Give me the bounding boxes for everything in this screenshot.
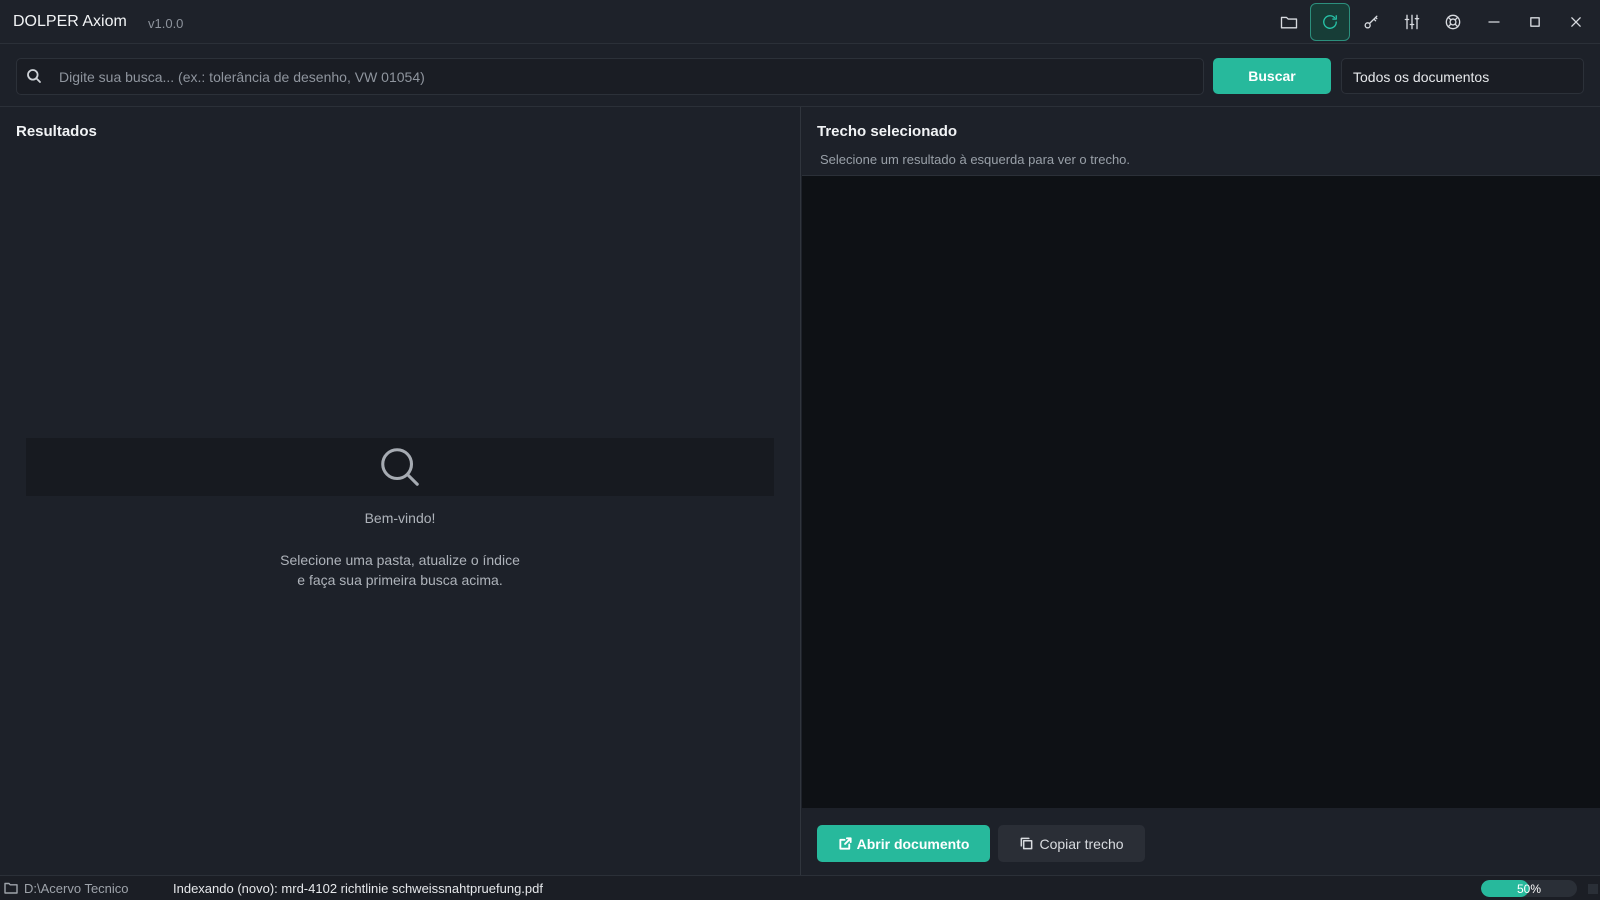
progress-label: 50% — [1516, 882, 1542, 896]
snippet-preview-area[interactable] — [802, 175, 1600, 808]
title-bar: DOLPER Axiom v1.0.0 — [0, 0, 1600, 44]
search-icon — [26, 68, 44, 86]
open-folder-button[interactable] — [1269, 3, 1309, 41]
close-button[interactable] — [1556, 3, 1596, 41]
app-version: v1.0.0 — [148, 16, 184, 31]
search-button[interactable]: Buscar — [1213, 58, 1331, 94]
help-button[interactable] — [1433, 3, 1473, 41]
minimize-button[interactable] — [1474, 3, 1514, 41]
snippet-panel: Trecho selecionado Selecione um resultad… — [802, 107, 1600, 875]
refresh-index-button[interactable] — [1310, 3, 1350, 41]
license-key-button[interactable] — [1351, 3, 1391, 41]
copy-snippet-button[interactable]: Copiar trecho — [998, 825, 1145, 862]
welcome-text: Bem-vindo! — [364, 510, 436, 526]
open-document-button[interactable]: Abrir documento — [817, 825, 990, 862]
key-icon — [1364, 15, 1378, 29]
sliders-icon — [1404, 14, 1420, 30]
search-input[interactable] — [59, 59, 1189, 94]
indexing-status: Indexando (novo): mrd-4102 richtlinie sc… — [173, 881, 543, 896]
hint-line-1: Selecione uma pasta, atualize o índice — [280, 552, 520, 568]
search-icon — [381, 448, 419, 486]
lifebuoy-icon — [1445, 14, 1461, 30]
status-bar: D:\Acervo Tecnico Indexando (novo): mrd-… — [0, 875, 1600, 900]
maximize-button[interactable] — [1515, 3, 1555, 41]
search-bar — [16, 58, 1204, 95]
snippet-subtitle: Selecione um resultado à esquerda para v… — [820, 152, 1131, 167]
copy-icon — [1021, 837, 1033, 850]
index-progress-bar: 50% — [1481, 880, 1577, 897]
hint-line-2: e faça sua primeira busca acima. — [297, 572, 503, 588]
folder-icon — [1280, 16, 1298, 29]
maximize-icon — [1530, 17, 1540, 27]
settings-button[interactable] — [1392, 3, 1432, 41]
copy-snippet-label: Copiar trecho — [1039, 835, 1124, 852]
refresh-icon — [1323, 15, 1337, 29]
resize-grip[interactable] — [1588, 884, 1598, 894]
folder-icon — [4, 881, 18, 894]
open-document-label: Abrir documento — [856, 835, 970, 852]
app-title: DOLPER Axiom — [13, 13, 127, 30]
results-panel: Resultados Bem-vindo! Selecione uma past… — [0, 107, 801, 875]
snippet-title: Trecho selecionado — [817, 123, 958, 140]
empty-state-icon-box — [26, 438, 774, 496]
current-folder-path: D:\Acervo Tecnico — [24, 881, 129, 896]
results-title: Resultados — [16, 123, 97, 140]
external-link-icon — [839, 837, 852, 850]
document-filter-select[interactable]: Todos os documentos — [1341, 58, 1584, 94]
minimize-icon — [1488, 21, 1500, 23]
empty-state-hint: Selecione uma pasta, atualize o índice e… — [0, 550, 800, 590]
close-icon — [1571, 17, 1581, 27]
